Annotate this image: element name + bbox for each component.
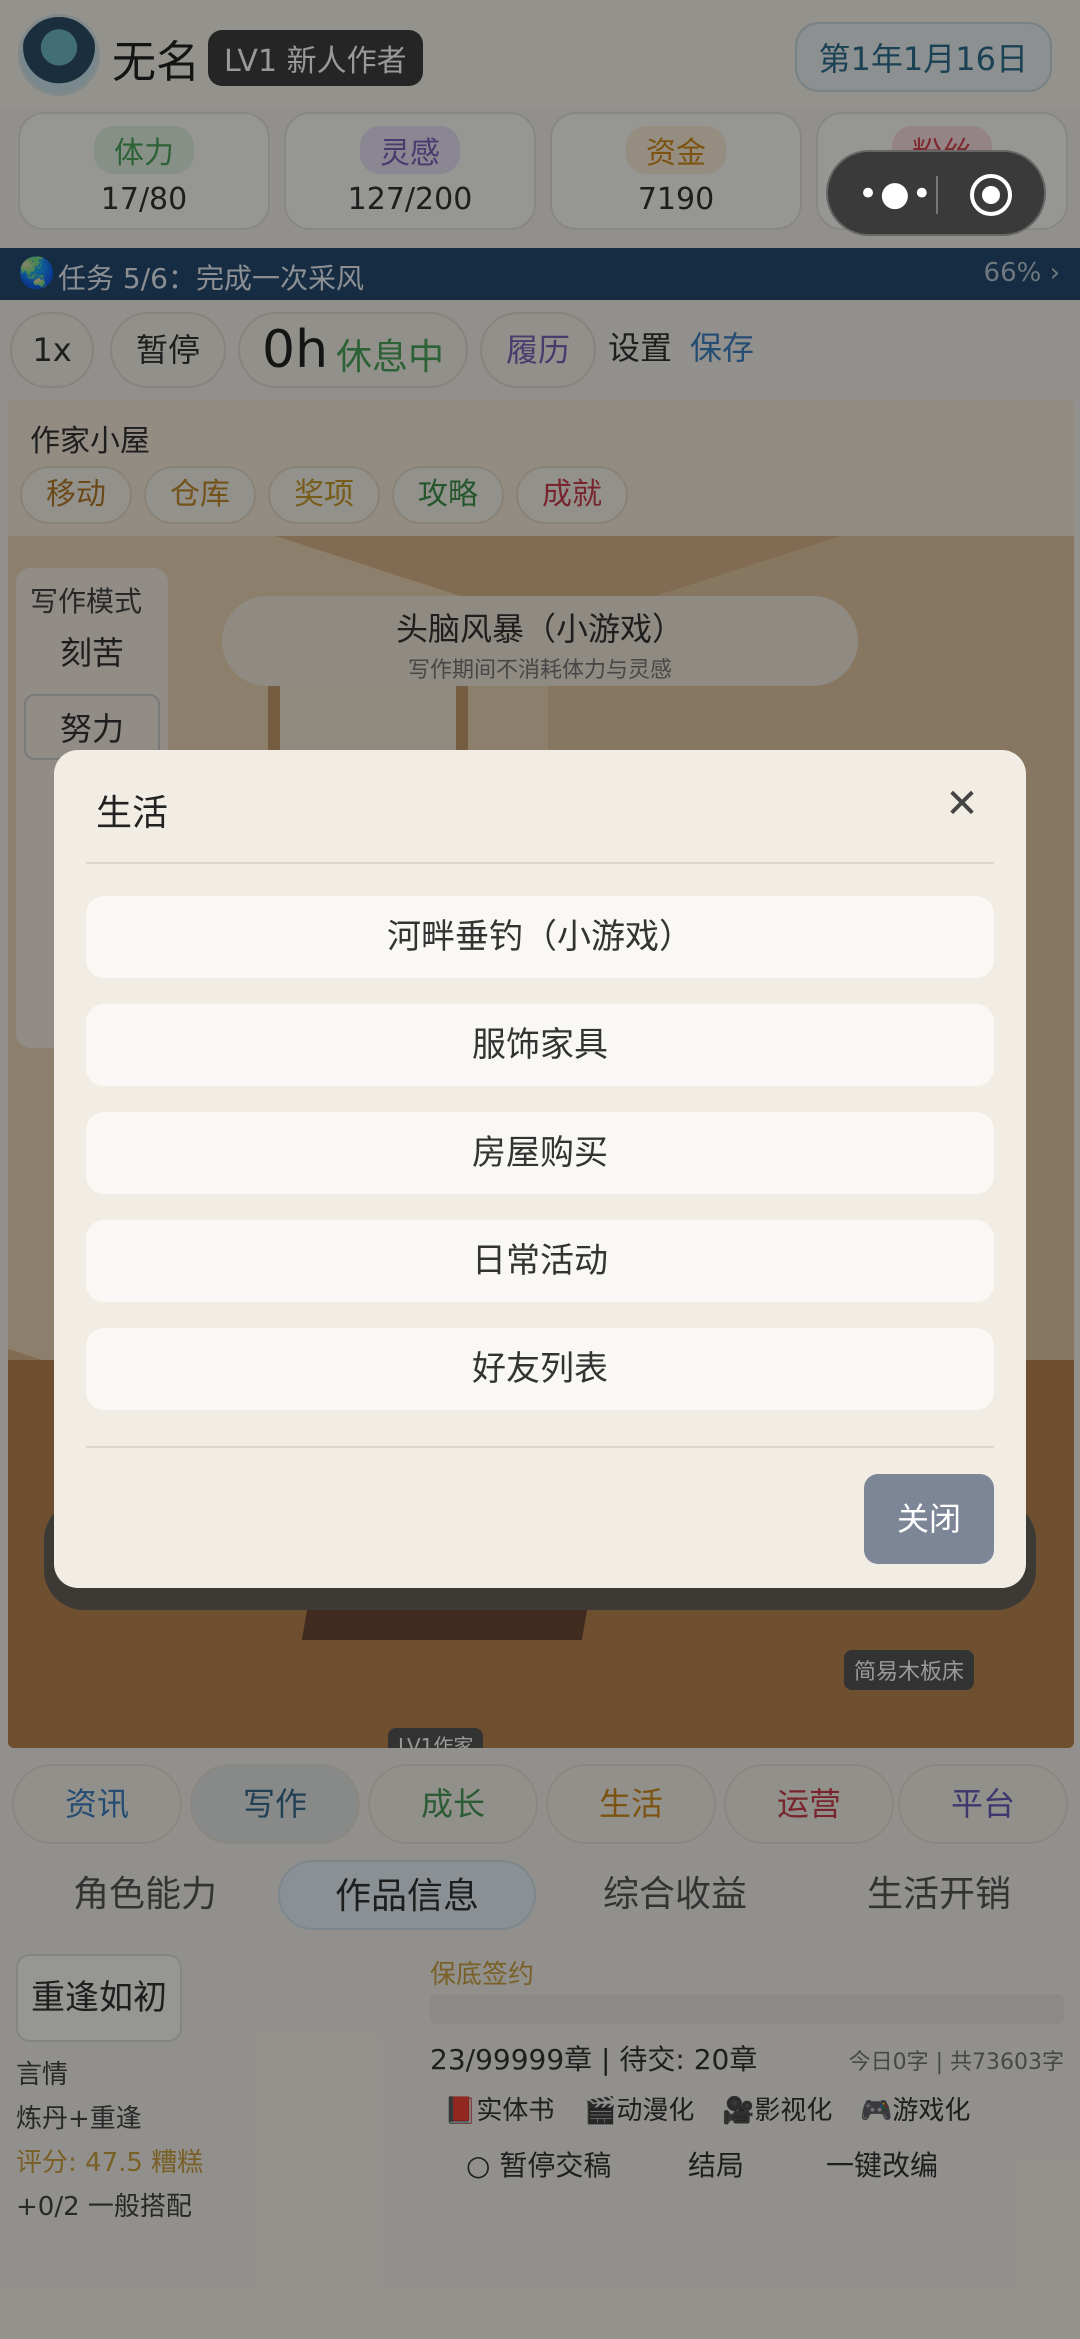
life-modal: 生活 ✕ 河畔垂钓（小游戏） 服饰家具 房屋购买 日常活动 好友列表 关闭: [54, 750, 1026, 1588]
modal-title: 生活: [96, 793, 169, 834]
exit-target-icon[interactable]: [970, 174, 1012, 216]
close-button[interactable]: 关闭: [864, 1474, 994, 1564]
modal-divider: [86, 862, 994, 864]
daily-activities-button[interactable]: 日常活动: [86, 1220, 994, 1302]
house-purchase-button[interactable]: 房屋购买: [86, 1112, 994, 1194]
fishing-minigame-button[interactable]: 河畔垂钓（小游戏）: [86, 896, 994, 978]
modal-divider: [86, 1446, 994, 1448]
capsule-divider: [936, 176, 938, 214]
friend-list-button[interactable]: 好友列表: [86, 1328, 994, 1410]
close-icon[interactable]: ✕: [938, 780, 986, 828]
more-icon[interactable]: •●•: [858, 174, 934, 214]
miniprogram-capsule: •●•: [826, 150, 1046, 236]
clothing-furniture-button[interactable]: 服饰家具: [86, 1004, 994, 1086]
